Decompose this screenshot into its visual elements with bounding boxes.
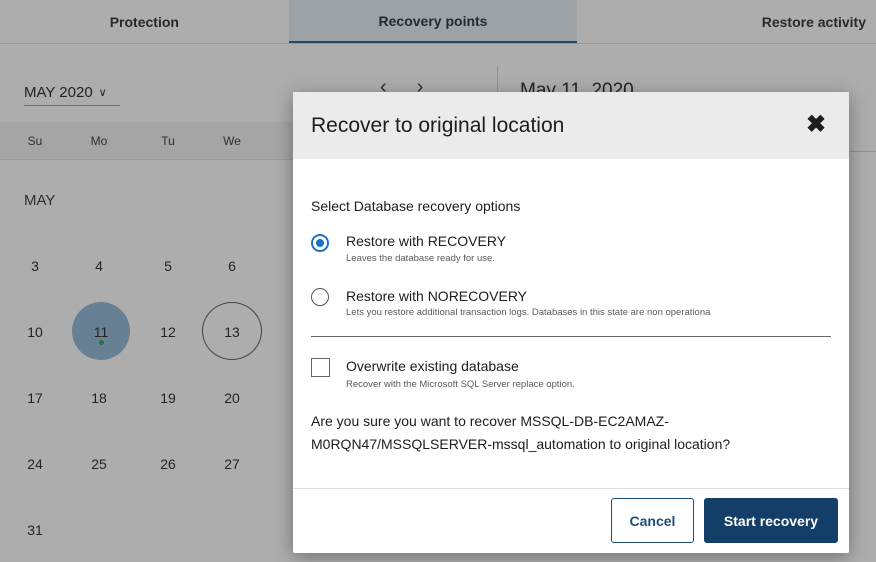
option-label: Restore with NORECOVERY [346, 288, 528, 304]
dialog-title: Recover to original location [311, 114, 565, 137]
confirmation-message: Are you sure you want to recover MSSQL-D… [311, 410, 831, 456]
confirmation-line-2: M0RQN47/MSSQLSERVER-mssql_automation to … [311, 436, 731, 452]
radio-restore-with-norecovery[interactable] [311, 288, 329, 306]
cancel-button[interactable]: Cancel [611, 498, 694, 543]
divider [293, 488, 849, 489]
option-label: Restore with RECOVERY [346, 233, 507, 249]
overwrite-database-checkbox[interactable] [311, 358, 330, 377]
option-description: Leaves the database ready for use. [346, 253, 495, 264]
recovery-options-label: Select Database recovery options [311, 198, 521, 214]
overwrite-description: Recover with the Microsoft SQL Server re… [346, 379, 575, 390]
radio-restore-with-recovery[interactable] [311, 234, 329, 252]
overwrite-label: Overwrite existing database [346, 358, 519, 374]
divider [311, 336, 831, 337]
option-description: Lets you restore additional transaction … [346, 307, 711, 318]
confirmation-line-1: Are you sure you want to recover MSSQL-D… [311, 413, 669, 429]
recover-dialog: Recover to original location ✖ Select Da… [293, 92, 849, 553]
dialog-header: Recover to original location ✖ [293, 92, 849, 159]
start-recovery-button[interactable]: Start recovery [704, 498, 838, 543]
close-icon[interactable]: ✖ [803, 112, 829, 138]
